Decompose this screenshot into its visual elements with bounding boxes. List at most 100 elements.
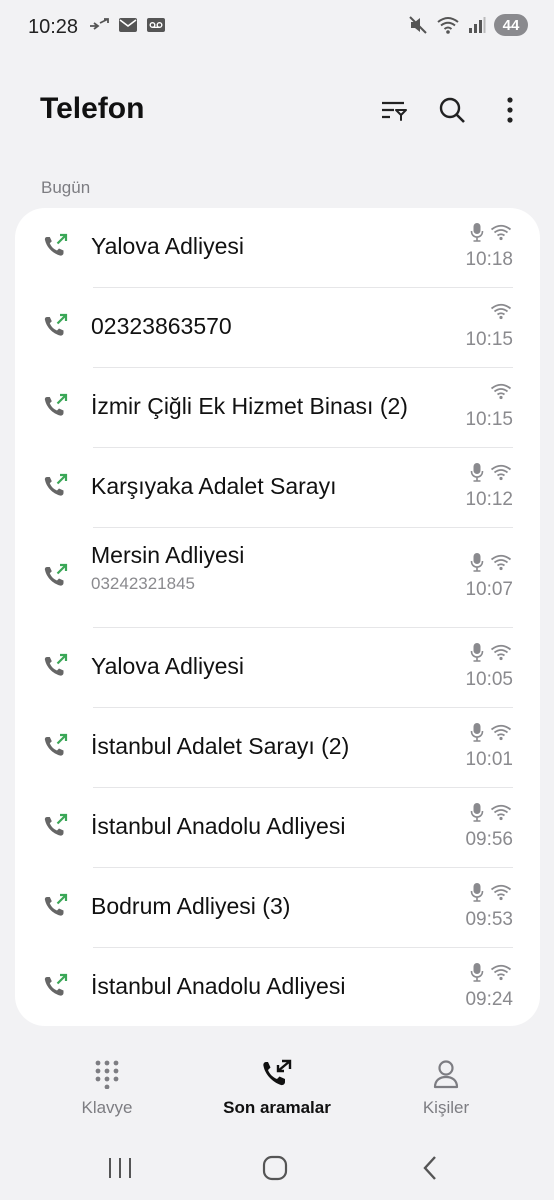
call-type-icons bbox=[470, 552, 512, 572]
recording-icon bbox=[470, 803, 484, 822]
wifi-call-icon bbox=[490, 964, 512, 981]
call-contact-name: Mersin Adliyesi bbox=[91, 542, 245, 568]
call-log-item[interactable]: Bodrum Adliyesi (3) 09:53 bbox=[15, 868, 540, 948]
call-time: 10:18 bbox=[465, 249, 513, 270]
call-log-item[interactable]: İstanbul Anadolu Adliyesi 09:56 bbox=[15, 788, 540, 868]
tab-keypad[interactable]: Klavye bbox=[17, 1056, 197, 1118]
tab-keypad-label: Klavye bbox=[81, 1098, 133, 1117]
call-forward-icon bbox=[90, 18, 109, 30]
tab-contacts[interactable]: Kişiler bbox=[356, 1056, 536, 1118]
call-log-item[interactable]: Yalova Adliyesi 10:05 bbox=[15, 628, 540, 708]
back-button[interactable] bbox=[410, 1152, 450, 1184]
call-time: 10:15 bbox=[465, 409, 513, 430]
tab-recents-label: Son aramalar bbox=[223, 1098, 331, 1117]
call-contact-name: Bodrum Adliyesi (3) bbox=[91, 893, 291, 919]
call-contact-name: Yalova Adliyesi bbox=[91, 233, 244, 259]
call-type-icons bbox=[470, 462, 512, 482]
search-button[interactable] bbox=[436, 94, 468, 126]
call-time: 09:53 bbox=[465, 909, 513, 930]
outgoing-call-icon bbox=[44, 893, 68, 916]
call-type-icons bbox=[470, 222, 512, 242]
mute-icon bbox=[409, 16, 427, 34]
recording-icon bbox=[470, 463, 484, 482]
status-notification-icons bbox=[88, 17, 166, 33]
wifi-call-icon bbox=[490, 383, 512, 400]
call-time: 09:56 bbox=[465, 829, 513, 850]
call-type-icons bbox=[490, 302, 512, 320]
status-bar: 10:28 44 bbox=[0, 0, 554, 56]
call-time: 10:15 bbox=[465, 329, 513, 350]
outgoing-call-icon bbox=[44, 313, 68, 336]
recording-icon bbox=[470, 553, 484, 572]
back-icon bbox=[423, 1156, 436, 1180]
tab-recents[interactable]: Son aramalar bbox=[187, 1056, 367, 1118]
home-button[interactable] bbox=[255, 1152, 295, 1184]
call-time: 10:12 bbox=[465, 489, 513, 510]
signal-icon bbox=[469, 17, 486, 33]
recording-icon bbox=[470, 643, 484, 662]
call-type-icons bbox=[470, 722, 512, 742]
call-type-icons bbox=[470, 882, 512, 902]
system-navigation-bar bbox=[0, 1136, 554, 1200]
call-log-item[interactable]: Yalova Adliyesi 10:18 bbox=[15, 208, 540, 288]
call-contact-name: Karşıyaka Adalet Sarayı bbox=[91, 473, 337, 499]
search-icon bbox=[439, 97, 465, 123]
wifi-call-icon bbox=[490, 554, 512, 571]
more-options-button[interactable] bbox=[494, 94, 526, 126]
wifi-call-icon bbox=[490, 884, 512, 901]
outgoing-call-icon bbox=[44, 473, 68, 496]
recording-icon bbox=[470, 223, 484, 242]
call-contact-name: İstanbul Anadolu Adliyesi bbox=[91, 973, 346, 999]
call-contact-name: İzmir Çiğli Ek Hizmet Binası (2) bbox=[91, 393, 408, 419]
call-log-item[interactable]: Karşıyaka Adalet Sarayı 10:12 bbox=[15, 448, 540, 528]
call-type-icons bbox=[490, 382, 512, 400]
call-type-icons bbox=[470, 802, 512, 822]
page-title: Telefon bbox=[40, 92, 145, 125]
call-log-item[interactable]: İstanbul Anadolu Adliyesi 09:24 bbox=[15, 948, 540, 1026]
recording-icon bbox=[470, 963, 484, 982]
call-contact-name: Yalova Adliyesi bbox=[91, 653, 244, 679]
recent-apps-icon bbox=[109, 1158, 131, 1178]
app-bar: Telefon bbox=[0, 80, 554, 140]
wifi-calling-icon bbox=[437, 17, 459, 34]
more-vertical-icon bbox=[507, 97, 513, 123]
recent-apps-button[interactable] bbox=[100, 1152, 140, 1184]
keypad-icon bbox=[95, 1060, 119, 1089]
filter-button[interactable] bbox=[378, 94, 410, 126]
voicemail-icon bbox=[147, 18, 165, 32]
outgoing-call-icon bbox=[44, 733, 68, 756]
call-log-item[interactable]: 02323863570 10:15 bbox=[15, 288, 540, 368]
call-time: 10:01 bbox=[465, 749, 513, 770]
call-contact-name: İstanbul Anadolu Adliyesi bbox=[91, 813, 346, 839]
call-contact-name: 02323863570 bbox=[91, 313, 232, 339]
outgoing-call-icon bbox=[44, 973, 68, 996]
wifi-call-icon bbox=[490, 724, 512, 741]
status-time: 10:28 bbox=[28, 16, 79, 38]
call-phone-number: 03242321845 bbox=[91, 574, 196, 593]
call-time: 09:24 bbox=[465, 989, 513, 1010]
person-icon bbox=[433, 1060, 459, 1089]
wifi-call-icon bbox=[490, 224, 512, 241]
outgoing-call-icon bbox=[44, 393, 68, 416]
tab-contacts-label: Kişiler bbox=[422, 1098, 470, 1117]
status-system-icons: 44 bbox=[408, 14, 528, 36]
call-log-item[interactable]: İzmir Çiğli Ek Hizmet Binası (2) 10:15 bbox=[15, 368, 540, 448]
battery-icon: 44 bbox=[494, 14, 528, 36]
mail-icon bbox=[119, 18, 137, 32]
filter-icon bbox=[382, 101, 407, 121]
call-log-item[interactable]: İstanbul Adalet Sarayı (2) 10:01 bbox=[15, 708, 540, 788]
call-time: 10:07 bbox=[465, 579, 513, 600]
wifi-call-icon bbox=[490, 644, 512, 661]
outgoing-call-icon bbox=[44, 233, 68, 256]
wifi-call-icon bbox=[490, 804, 512, 821]
recording-icon bbox=[470, 723, 484, 742]
bottom-navigation: Klavye Son aramalar Kişiler bbox=[0, 1040, 554, 1130]
section-label-today: Bugün bbox=[41, 178, 91, 197]
wifi-call-icon bbox=[490, 303, 512, 320]
app-bar-actions bbox=[378, 94, 526, 126]
recording-icon bbox=[470, 883, 484, 902]
call-log-item[interactable]: Mersin Adliyesi 03242321845 10:07 bbox=[15, 528, 540, 628]
call-log-list: Yalova Adliyesi 10:18 02323863570 10:15 İzmi… bbox=[15, 208, 540, 1026]
call-type-icons bbox=[470, 642, 512, 662]
outgoing-call-icon bbox=[44, 813, 68, 836]
